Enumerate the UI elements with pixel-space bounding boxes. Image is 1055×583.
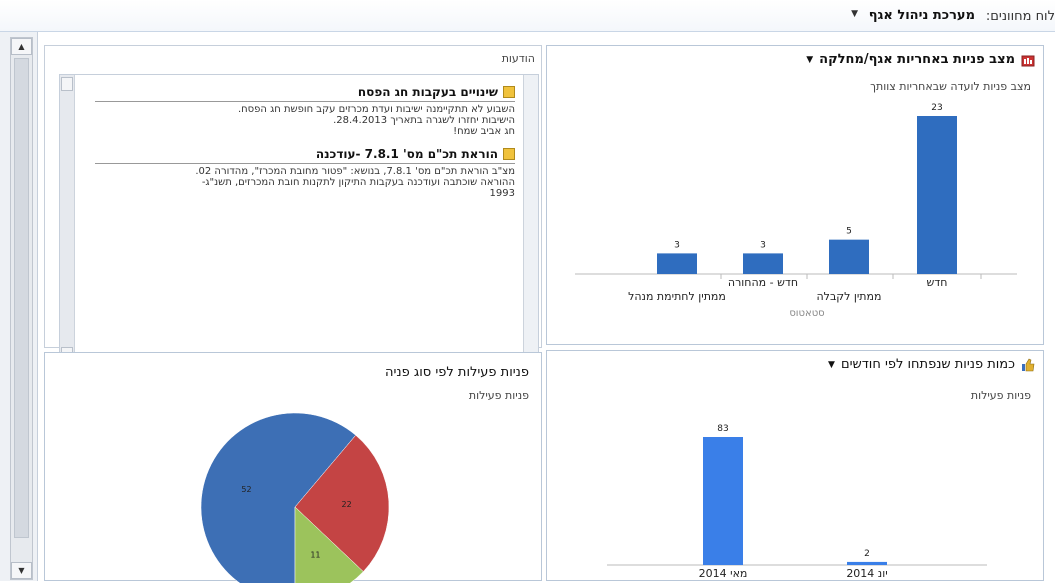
chevron-down-icon[interactable]: ▼: [851, 9, 858, 19]
bar-value-label: 3: [760, 240, 766, 250]
monthly-panel-header[interactable]: כמות פניות שנפתחו לפי חודשים ▼: [828, 357, 1035, 372]
pie-slice-label: 11: [310, 550, 320, 559]
x-tick-label: חדש - מהחורה: [728, 276, 798, 289]
announcement-icon: [503, 86, 515, 98]
news-panel-title: הודעות: [501, 52, 535, 65]
news-panel: הודעות שינויים בעקבות חג הפסח השבוע לא ת…: [44, 45, 542, 364]
news-item-line: השבוע לא תתקיימנה ישיבות ועדת מכרזים עקב…: [237, 104, 515, 115]
news-item-line: ההוראה שוכתבה ועודכנה בעקבות התיקון לתקנ…: [201, 177, 515, 188]
chart-icon: [1021, 55, 1035, 66]
news-item-line: חג אביב שמח!: [453, 126, 515, 137]
bar-value-label: 2: [864, 549, 870, 559]
news-scrollbar[interactable]: [60, 75, 74, 363]
news-item-title[interactable]: שינויים בעקבות חג הפסח: [358, 85, 498, 99]
pie-panel-title: פניות פעילות לפי סוג פניה: [385, 365, 529, 380]
chevron-down-icon[interactable]: ▼: [806, 55, 813, 65]
thumbs-up-icon: [1022, 358, 1035, 371]
news-item-line: הישיבות יחזרו לשגרה בתאריך 28.4.2013.: [333, 115, 515, 126]
dashboard-header: לוח מחוונים: מערכת ניהול אגף ▼: [0, 0, 1055, 32]
news-list: שינויים בעקבות חג הפסח השבוע לא תתקיימנה…: [74, 75, 524, 363]
x-tick-label: ממתין לחתימת מנהל: [628, 290, 726, 303]
x-axis-label: סטאטוס: [789, 308, 824, 319]
page-scrollbar[interactable]: ▲ ▼: [10, 37, 33, 580]
bar[interactable]: [657, 253, 697, 274]
pie-slice-label: 52: [241, 485, 251, 494]
bar[interactable]: [743, 253, 783, 274]
pie-chart: 52 22 11: [200, 412, 390, 583]
chevron-down-icon[interactable]: ▼: [828, 360, 835, 370]
status-panel-title: מצב פניות באחריות אגף/מחלקה: [819, 52, 1015, 67]
pie-slice-label: 22: [342, 500, 352, 509]
monthly-panel: כמות פניות שנפתחו לפי חודשים ▼ פניות פעי…: [546, 350, 1044, 581]
status-bar-chart: 23 5 3 3 חדש ממתין לקבלה חדש - מהחורהממתין לחת…: [575, 103, 1017, 319]
bar-value-label: 5: [846, 227, 852, 237]
x-tick-label: מאי 2014: [699, 567, 748, 580]
status-panel: מצב פניות באחריות אגף/מחלקה ▼ מצב פניות …: [546, 45, 1044, 345]
news-item-line: מצ"ב הוראת תכ"ם מס' 7.8.1, בנושא: "פטור …: [195, 166, 515, 177]
bar-value-label: 3: [674, 240, 680, 250]
dashboard-label: לוח מחוונים:: [985, 9, 1055, 24]
monthly-bar-chart: 83 מאי 2014 2 יונ 2014: [607, 424, 987, 580]
x-tick-label: ממתין לקבלה: [817, 290, 882, 303]
bar[interactable]: [829, 239, 869, 274]
scroll-up-icon[interactable]: ▲: [11, 38, 32, 55]
status-panel-header[interactable]: מצב פניות באחריות אגף/מחלקה ▼: [806, 52, 1035, 67]
pie-panel: פניות פעילות לפי סוג פניה פניות פעילות 5…: [44, 352, 542, 583]
scroll-thumb[interactable]: [14, 58, 29, 538]
news-scroll-up-icon[interactable]: [61, 77, 73, 91]
bar[interactable]: [847, 561, 887, 565]
news-item: שינויים בעקבות חג הפסח השבוע לא תתקיימנה…: [95, 85, 515, 137]
news-frame: שינויים בעקבות חג הפסח השבוע לא תתקיימנה…: [59, 74, 539, 364]
bar-value-label: 83: [717, 424, 728, 434]
monthly-panel-title: כמות פניות שנפתחו לפי חודשים: [840, 357, 1015, 372]
x-tick-label: חדש: [927, 276, 948, 289]
bar[interactable]: [703, 437, 743, 565]
news-item-line: 1993: [489, 188, 515, 199]
pie-panel-subtitle: פניות פעילות: [468, 389, 529, 402]
news-item: הוראת תכ"ם מס' 7.8.1 -עודכנה מצ"ב הוראת …: [95, 147, 515, 199]
dashboard-selector[interactable]: מערכת ניהול אגף: [869, 8, 975, 23]
scroll-down-icon[interactable]: ▼: [11, 562, 32, 579]
announcement-icon: [503, 148, 515, 160]
bar[interactable]: [917, 116, 957, 274]
x-tick-label: יונ 2014: [846, 567, 887, 580]
bar-value-label: 23: [931, 103, 942, 113]
news-item-title[interactable]: הוראת תכ"ם מס' 7.8.1 -עודכנה: [316, 147, 498, 161]
